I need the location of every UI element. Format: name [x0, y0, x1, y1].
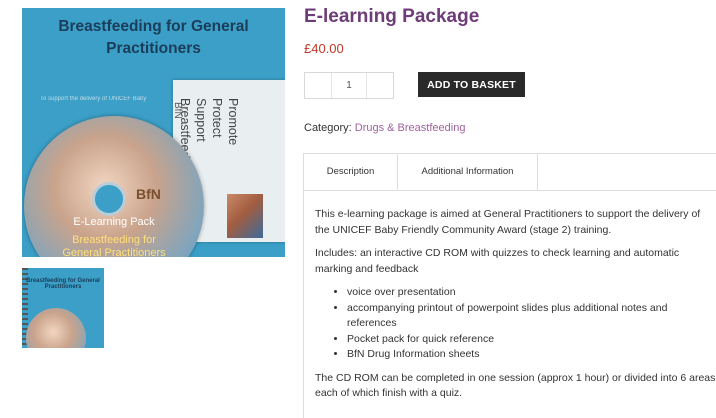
- disc-title-line2: General Practitioners: [62, 247, 166, 257]
- disc-title-line1: Breastfeeding for: [72, 234, 156, 246]
- tab-additional-information[interactable]: Additional Information: [397, 154, 538, 190]
- cover-title-line1: Breastfeeding for General: [58, 18, 249, 35]
- product-main-image[interactable]: Breastfeeding for General Practitioners …: [22, 8, 285, 257]
- category-label: Category:: [304, 122, 352, 134]
- list-item: accompanying printout of powerpoint slid…: [347, 301, 716, 332]
- cover-title-line2: Practitioners: [106, 40, 201, 57]
- tab-description[interactable]: Description: [303, 154, 397, 190]
- list-item: Pocket pack for quick reference: [347, 332, 716, 348]
- cover-title: Breastfeeding for General Practitioners: [22, 16, 285, 60]
- thumbnail-disc: [26, 308, 86, 348]
- mother-baby-photo: [227, 194, 263, 238]
- category-link[interactable]: Drugs & Breastfeeding: [355, 122, 466, 134]
- quantity-increase-button[interactable]: [366, 73, 393, 98]
- disc-bfn-logo: BfN: [136, 186, 161, 202]
- product-price: £40.00: [304, 41, 344, 56]
- quantity-input[interactable]: [332, 79, 366, 92]
- add-to-basket-button[interactable]: ADD TO BASKET: [418, 72, 525, 97]
- disc-hole: [92, 182, 126, 216]
- disc-title: Breastfeeding for General Practitioners: [24, 234, 204, 257]
- quantity-stepper[interactable]: [304, 72, 394, 99]
- feature-list: voice over presentation accompanying pri…: [315, 285, 716, 363]
- thumbnail-title: Breastfeeding for General Practitioners: [26, 278, 100, 290]
- insert-slogan: Promote Protect Support Breastfeeding: [178, 98, 241, 175]
- list-item: BfN Drug Information sheets: [347, 347, 716, 363]
- slogan-line: Protect: [210, 98, 224, 138]
- description-paragraph: This e-learning package is aimed at Gene…: [315, 208, 701, 236]
- quantity-decrease-button[interactable]: [305, 73, 332, 98]
- list-item: voice over presentation: [347, 285, 716, 301]
- description-paragraph: The CD ROM can be completed in one sessi…: [315, 371, 716, 400]
- slogan-line: Support: [194, 98, 208, 142]
- product-tabs: Description Additional Information: [303, 153, 716, 191]
- cover-subline: To support the delivery of UNICEF Baby: [40, 96, 147, 102]
- product-title: E-learning Package: [304, 6, 480, 27]
- disc-pack-label: E-Learning Pack: [73, 216, 155, 228]
- product-category: Category: Drugs & Breastfeeding: [304, 122, 465, 134]
- product-thumbnail[interactable]: Breastfeeding for General Practitioners: [22, 268, 104, 348]
- description-paragraph: Includes: an interactive CD ROM with qui…: [315, 247, 680, 275]
- description-panel: This e-learning package is aimed at Gene…: [303, 189, 716, 418]
- slogan-line: Promote: [226, 98, 240, 146]
